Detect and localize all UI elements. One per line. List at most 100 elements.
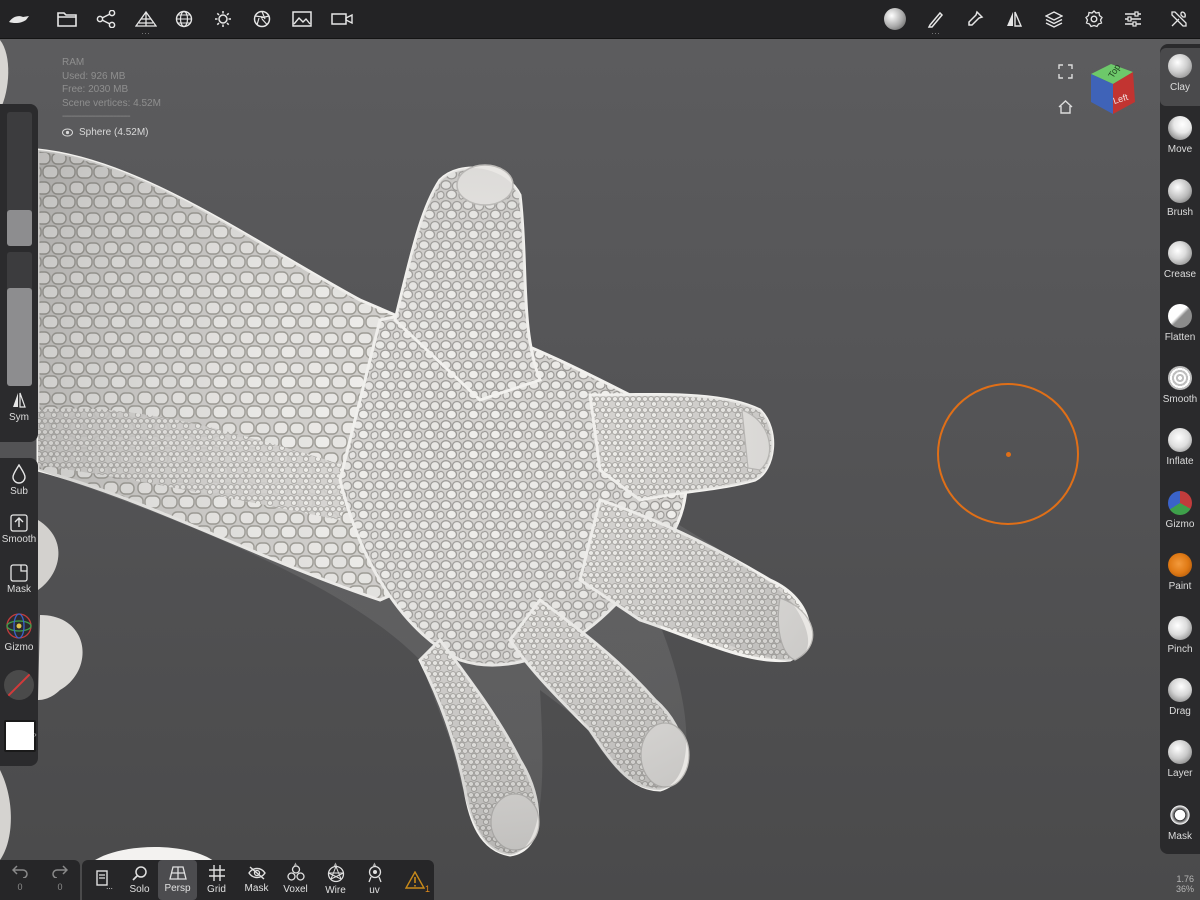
top-toolbar: ... ...: [0, 0, 1200, 39]
persp-button[interactable]: Persp: [158, 860, 197, 900]
wire-caret-icon: ▲: [332, 862, 339, 868]
brush-paint-icon: [1168, 553, 1192, 578]
brush-brush-icon: [1168, 178, 1192, 203]
eye-off-icon: [247, 866, 266, 880]
brush-layer[interactable]: Layer: [1160, 734, 1200, 792]
brush-label: Clay: [1169, 82, 1190, 93]
brush-gizmo-icon: [1168, 490, 1192, 515]
smooth-shortcut[interactable]: Smooth: [0, 514, 38, 545]
brush-drag[interactable]: Drag: [1160, 672, 1200, 730]
redo-icon: [52, 865, 68, 878]
mask-shortcut[interactable]: Mask: [0, 564, 38, 595]
scene-graph-icon[interactable]: [87, 0, 125, 38]
active-mesh-label: Sphere (4.52M): [79, 126, 149, 138]
globe-icon[interactable]: [165, 0, 203, 38]
brush-smooth[interactable]: Smooth: [1160, 360, 1200, 418]
gizmo-shortcut-label: Gizmo: [4, 642, 34, 653]
image-icon[interactable]: [283, 0, 321, 38]
brush-label: Gizmo: [1165, 518, 1195, 530]
brush-gizmo[interactable]: Gizmo: [1160, 485, 1200, 543]
brush-clay-icon: [1168, 54, 1192, 78]
radius-slider[interactable]: [7, 112, 32, 246]
mask-visibility-button[interactable]: Mask: [237, 860, 276, 900]
chevron-right-icon: ›: [34, 730, 37, 739]
sym-label: Sym: [9, 412, 29, 423]
intensity-slider[interactable]: [7, 252, 32, 386]
view-cube[interactable]: Top Left: [1083, 60, 1139, 118]
aperture-icon[interactable]: [243, 0, 281, 38]
brush-move[interactable]: Move: [1160, 110, 1200, 168]
smooth-shortcut-label: Smooth: [1, 534, 37, 545]
uv-button[interactable]: ▲ uv: [355, 860, 394, 900]
sculpt-mesh[interactable]: [36, 148, 814, 857]
warning-count: 1: [424, 884, 430, 894]
brush-label: Smooth: [1162, 394, 1198, 405]
brush-inflate[interactable]: Inflate: [1160, 422, 1200, 480]
sub-toggle[interactable]: Sub: [0, 464, 38, 497]
solo-search-icon: [131, 866, 147, 881]
mask-shortcut-label: Mask: [7, 584, 31, 595]
intensity-slider-fill: [7, 288, 32, 386]
more-label: ...: [106, 881, 113, 891]
material-swatch[interactable]: [4, 670, 34, 700]
grid-label: Grid: [207, 884, 226, 895]
brush-mask[interactable]: Mask: [1160, 797, 1200, 855]
undo-button[interactable]: 0: [0, 864, 40, 892]
smooth-shortcut-icon: [10, 514, 28, 532]
sun-icon[interactable]: [204, 0, 242, 38]
brush-brush[interactable]: Brush: [1160, 173, 1200, 231]
zoom-info: 1.76 36%: [1176, 874, 1194, 894]
wire-button[interactable]: ▲ Wire: [316, 860, 355, 900]
brush-pinch[interactable]: Pinch: [1160, 610, 1200, 668]
symmetry-icon[interactable]: [995, 0, 1033, 38]
brush-label: Brush: [1166, 206, 1194, 218]
layers-icon[interactable]: [1035, 0, 1073, 38]
active-mesh[interactable]: Sphere (4.52M): [62, 126, 161, 140]
grid-button[interactable]: Grid: [197, 860, 236, 900]
symmetry-toggle-icon: [13, 392, 26, 408]
folder-icon[interactable]: [48, 0, 86, 38]
camera-icon[interactable]: [323, 0, 361, 38]
tools-icon[interactable]: [1160, 0, 1198, 38]
redo-button[interactable]: 0: [40, 864, 80, 892]
ram-label: RAM: [62, 57, 85, 68]
brush-label: Layer: [1167, 768, 1193, 780]
warning-button[interactable]: 1: [395, 860, 434, 900]
perspective-icon: [168, 866, 187, 880]
brush-paint[interactable]: Paint: [1160, 547, 1200, 605]
matcap-icon[interactable]: [876, 0, 914, 38]
zoom-value: 1.76: [1176, 874, 1194, 884]
voxel-button[interactable]: ▲ Voxel: [276, 860, 315, 900]
brush-clay[interactable]: Clay: [1160, 48, 1200, 106]
undo-icon: [12, 865, 28, 878]
topology-icon[interactable]: ...: [127, 0, 165, 38]
radius-slider-fill: [7, 210, 32, 246]
gizmo-icon: [6, 613, 32, 639]
brush-layer-icon: [1168, 740, 1192, 765]
warning-icon: [404, 871, 425, 889]
brush-label: Flatten: [1164, 331, 1196, 343]
brush-label: Drag: [1169, 706, 1191, 717]
brush-crease[interactable]: Crease: [1160, 235, 1200, 293]
picker-icon[interactable]: [956, 0, 994, 38]
brush-toolbar: Clay Move Brush Crease Flatten Smooth Inflate G…: [1160, 44, 1200, 854]
brush-label: Crease: [1163, 269, 1197, 281]
wire-label: Wire: [325, 884, 346, 896]
sliders-icon[interactable]: [1114, 0, 1152, 38]
brush-mask-icon: [1168, 802, 1192, 827]
paint-brush-icon[interactable]: ...: [917, 0, 955, 38]
logo-icon[interactable]: [0, 0, 38, 38]
fullscreen-icon[interactable]: [1058, 64, 1073, 79]
color-swatch[interactable]: [4, 720, 36, 752]
symmetry-toggle[interactable]: Sym: [0, 392, 38, 423]
brush-flatten-icon: [1168, 303, 1192, 328]
solo-button[interactable]: Solo: [120, 860, 159, 900]
brush-label: Inflate: [1166, 456, 1194, 468]
settings-icon[interactable]: [1075, 0, 1113, 38]
stats-separator: -----------------------------: [62, 111, 131, 122]
gizmo-shortcut[interactable]: Gizmo: [0, 612, 38, 653]
more-button[interactable]: ...: [82, 860, 121, 900]
brush-label: Paint: [1168, 581, 1192, 593]
brush-flatten[interactable]: Flatten: [1160, 298, 1200, 356]
home-icon[interactable]: [1058, 100, 1073, 114]
